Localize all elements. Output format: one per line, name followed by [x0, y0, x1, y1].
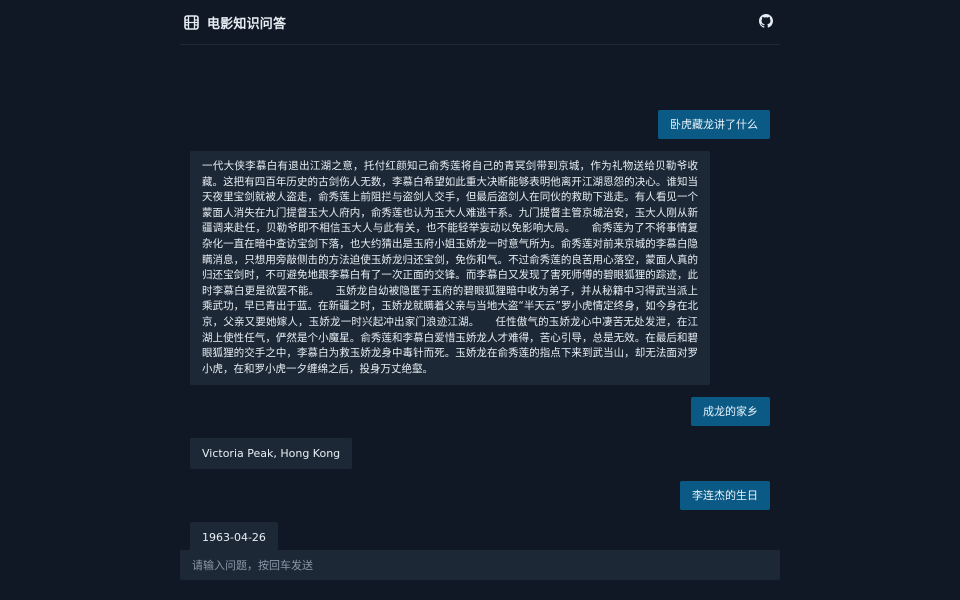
user-message: 成龙的家乡: [691, 397, 770, 427]
film-icon: [184, 14, 199, 30]
message-row: 成龙的家乡: [190, 397, 770, 427]
message-row: 卧虎藏龙讲了什么: [190, 110, 770, 139]
github-icon: [759, 13, 773, 32]
github-link[interactable]: [756, 12, 776, 32]
user-message: 卧虎藏龙讲了什么: [658, 110, 770, 139]
bot-message: 一代大侠李慕白有退出江湖之意，托付红颜知己俞秀莲将自己的青冥剑带到京城，作为礼物…: [190, 151, 710, 386]
question-input-bar: [180, 550, 780, 580]
chat-thread: 卧虎藏龙讲了什么 一代大侠李慕白有退出江湖之意，托付红颜知己俞秀莲将自己的青冥剑…: [190, 110, 770, 565]
brand: 电影知识问答: [184, 13, 286, 32]
app-window: 电影知识问答 卧虎藏龙讲了什么 一代大侠李慕白有退出江湖之意，托付红颜知己俞秀莲…: [0, 0, 960, 600]
message-row: 1963-04-26: [190, 522, 770, 554]
question-input[interactable]: [180, 550, 780, 580]
message-row: 一代大侠李慕白有退出江湖之意，托付红颜知己俞秀莲将自己的青冥剑带到京城，作为礼物…: [190, 151, 770, 386]
app-title: 电影知识问答: [207, 16, 287, 32]
header: 电影知识问答: [180, 0, 780, 45]
user-message: 李连杰的生日: [680, 481, 770, 511]
message-row: Victoria Peak, Hong Kong: [190, 438, 770, 470]
message-row: 李连杰的生日: [190, 481, 770, 511]
bot-message: 1963-04-26: [190, 522, 278, 554]
bot-message: Victoria Peak, Hong Kong: [190, 438, 353, 470]
